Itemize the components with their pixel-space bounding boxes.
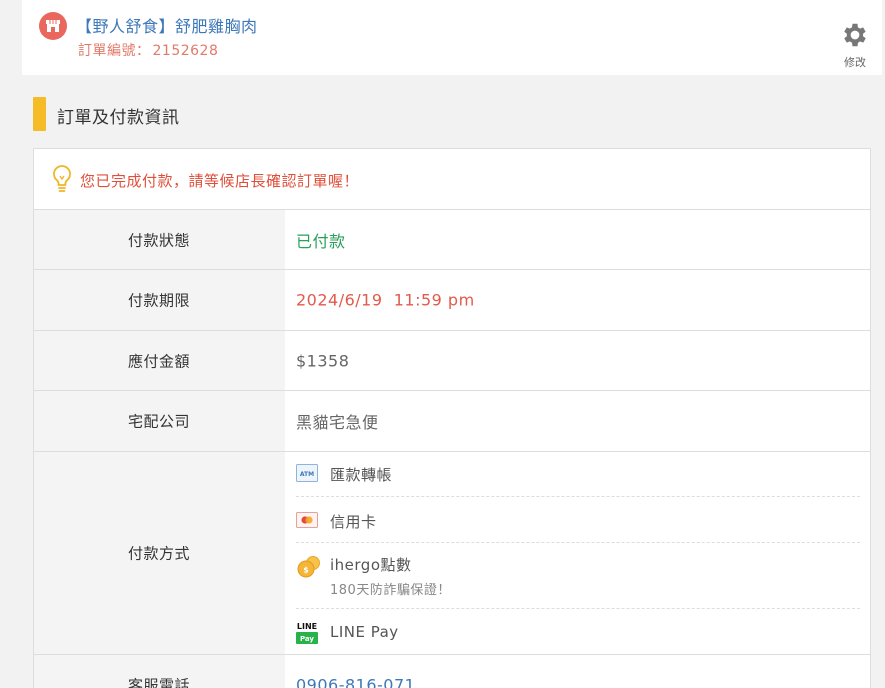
storefront-icon [39,12,67,40]
svg-text:$: $ [303,566,309,575]
payment-method-ihergo-points[interactable]: $ ihergo點數 180天防詐騙保證！ [296,543,860,609]
line-pay-icon: LINE Pay [296,620,318,644]
payment-status-label: 付款狀態 [128,231,191,249]
order-number-label: 訂單編號： [78,43,151,59]
payment-method-line-pay[interactable]: LINE Pay LINE Pay [296,609,860,655]
payment-method-credit-card[interactable]: 信用卡 [296,497,860,543]
svg-text:LINE: LINE [297,622,317,631]
edit-label: 修改 [844,56,866,69]
payment-method-atm[interactable]: ATM 匯款轉帳 [296,452,860,497]
row-payment-status: 付款狀態 已付款 [34,210,870,270]
row-payment-deadline: 付款期限 2024/6/19 11:59 pm [34,270,870,331]
order-info-table: 您已完成付款，請等候店長確認訂單喔！ 付款狀態 已付款 付款期限 2024/6/… [33,148,871,688]
payment-method-list: ATM 匯款轉帳 信用卡 $ ihergo點數 180天防詐騙保證！ LINE … [296,452,860,654]
lightbulb-icon [53,165,71,192]
coins-icon: $ [297,556,320,578]
store-title[interactable]: 【野人舒食】舒肥雞胸肉 [76,13,258,37]
row-payment-methods: 付款方式 ATM 匯款轉帳 信用卡 $ ihergo點數 180天防詐騙保證！ … [34,452,870,655]
courier-label: 宅配公司 [128,412,191,431]
customer-service-phone[interactable]: 0906-816-071 [296,676,415,688]
atm-icon: ATM [296,464,318,482]
payment-method-credit-card-label: 信用卡 [330,513,377,531]
row-courier: 宅配公司 黑貓宅急便 [34,391,870,452]
svg-text:ATM: ATM [300,471,314,478]
payment-method-ihergo-label: ihergo點數 [330,556,412,574]
order-number-value: 2152628 [152,43,219,59]
section-title: 訂單及付款資訊 [57,108,180,128]
row-customer-service: 客服電話 0906-816-071 [34,655,870,688]
payment-notice: 您已完成付款，請等候店長確認訂單喔！ [34,149,870,210]
svg-text:Pay: Pay [300,635,314,643]
notice-text: 您已完成付款，請等候店長確認訂單喔！ [80,172,360,190]
payment-method-ihergo-note: 180天防詐騙保證！ [330,583,451,598]
payment-method-atm-label: 匯款轉帳 [330,466,393,484]
edit-button[interactable]: 修改 [837,20,873,70]
amount-due-label: 應付金額 [128,352,191,370]
row-amount-due: 應付金額 $1358 [34,331,870,391]
customer-service-label: 客服電話 [128,676,191,688]
store-header: 【野人舒食】舒肥雞胸肉 訂單編號： 2152628 修改 [22,0,882,75]
amount-due-value: $1358 [296,351,350,370]
courier-value: 黑貓宅急便 [296,413,379,432]
payment-deadline-label: 付款期限 [128,291,191,310]
gear-icon [844,23,866,47]
payment-methods-label: 付款方式 [128,544,191,563]
order-number: 訂單編號： 2152628 [78,40,218,60]
payment-deadline-value: 2024/6/19 11:59 pm [296,290,475,310]
section-accent-bar [33,97,46,131]
payment-method-line-pay-label: LINE Pay [330,623,399,641]
credit-card-icon [296,512,318,528]
payment-status-value: 已付款 [296,231,346,251]
